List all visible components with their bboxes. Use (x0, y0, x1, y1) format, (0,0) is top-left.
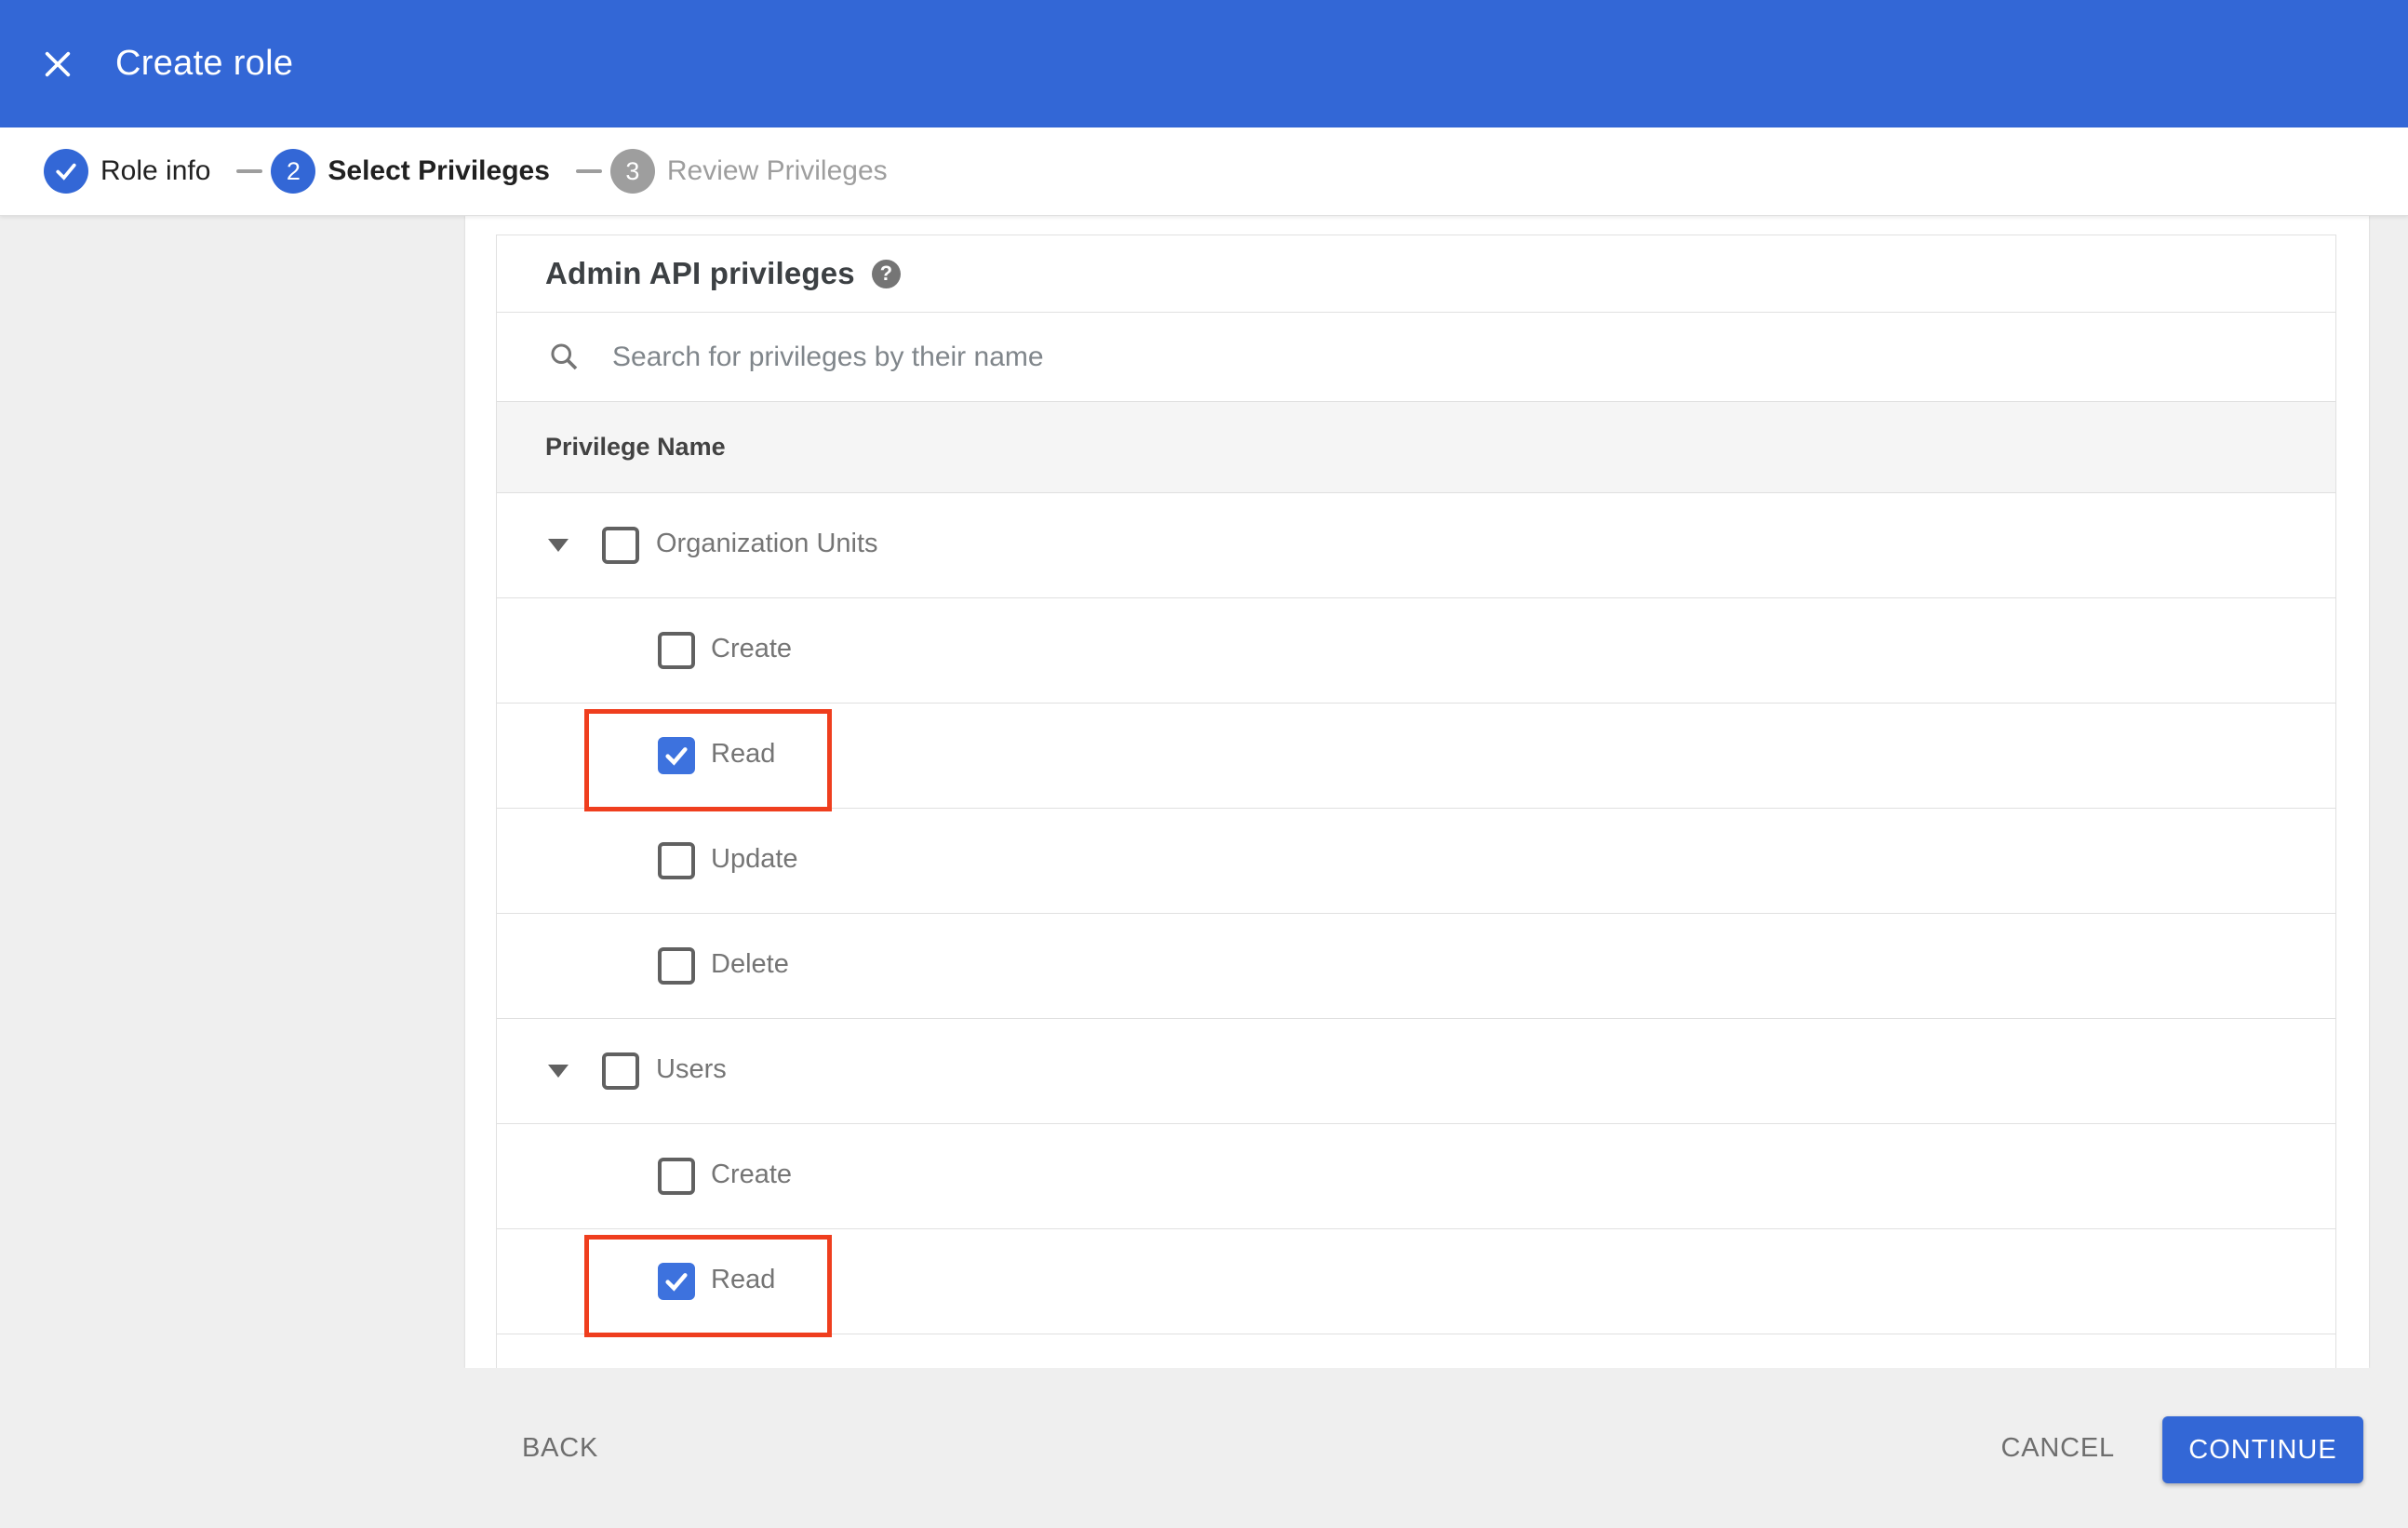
cancel-button[interactable]: CANCEL (2001, 1368, 2115, 1528)
step-1-circle[interactable] (44, 149, 88, 194)
continue-button[interactable]: CONTINUE (2162, 1416, 2363, 1483)
privilege-row: Create (497, 598, 2335, 704)
appbar: Create role (0, 0, 2408, 127)
dialog-title: Create role (115, 44, 294, 83)
step-1-label: Role info (100, 155, 211, 186)
step-2-label: Select Privileges (328, 155, 550, 186)
step-2-circle[interactable]: 2 (271, 149, 316, 194)
privilege-label: Create (711, 1159, 793, 1190)
privilege-label: Users (656, 1054, 727, 1085)
collapse-caret-icon[interactable] (548, 539, 569, 552)
privilege-row: Update (497, 809, 2335, 914)
privilege-label: Read (711, 739, 776, 770)
privilege-group-row: Users (497, 1019, 2335, 1124)
content-background: Admin API privileges ? Privilege Name Or… (0, 216, 2408, 1528)
privilege-group-row: Organization Units (497, 493, 2335, 598)
help-icon[interactable]: ? (871, 259, 901, 288)
highlight-box (584, 1235, 832, 1337)
privilege-checkbox[interactable] (658, 842, 695, 879)
back-button[interactable]: BACK (522, 1368, 598, 1528)
privilege-checkbox[interactable] (658, 1158, 695, 1195)
privilege-checkbox[interactable] (602, 1052, 639, 1090)
privilege-label: Read (711, 1265, 776, 1295)
privilege-checkbox[interactable] (602, 527, 639, 564)
stepper: Role info 2 Select Privileges 3 Review P… (0, 127, 2408, 216)
search-icon (551, 342, 578, 369)
clipped-row (497, 1334, 2335, 1369)
step-connector (236, 169, 263, 173)
privilege-label: Update (711, 844, 798, 875)
close-icon[interactable] (42, 48, 74, 80)
section-header: Admin API privileges ? (497, 235, 2335, 313)
search-row (497, 313, 2335, 402)
privilege-label: Organization Units (656, 529, 878, 559)
step-connector (575, 169, 602, 173)
privilege-row: Create (497, 1124, 2335, 1229)
highlight-box (584, 709, 832, 811)
privilege-checkbox[interactable] (658, 947, 695, 985)
check-icon (665, 1273, 688, 1292)
privilege-checkbox[interactable] (658, 632, 695, 669)
privilege-row: Read (497, 704, 2335, 811)
table-header-row: Privilege Name (497, 402, 2335, 493)
privilege-row: Read (497, 1229, 2335, 1337)
check-icon (665, 747, 688, 766)
privilege-rows: Organization Units Create Read Update De… (497, 493, 2335, 1337)
check-icon (56, 163, 76, 181)
section-title: Admin API privileges (545, 256, 855, 290)
search-input[interactable] (610, 340, 2192, 374)
privilege-label: Delete (711, 949, 789, 980)
privilege-checkbox[interactable] (658, 1263, 695, 1300)
privileges-table: Admin API privileges ? Privilege Name Or… (496, 235, 2336, 1369)
step-3-circle[interactable]: 3 (609, 149, 655, 194)
column-header: Privilege Name (545, 433, 726, 461)
privilege-checkbox[interactable] (658, 737, 695, 774)
privileges-card: Admin API privileges ? Privilege Name Or… (465, 216, 2369, 1369)
privilege-label: Create (711, 634, 793, 664)
step-3-label: Review Privileges (666, 155, 888, 186)
privilege-row: Delete (497, 914, 2335, 1019)
collapse-caret-icon[interactable] (548, 1065, 569, 1078)
footer-bar: BACK CANCEL CONTINUE (0, 1368, 2408, 1528)
